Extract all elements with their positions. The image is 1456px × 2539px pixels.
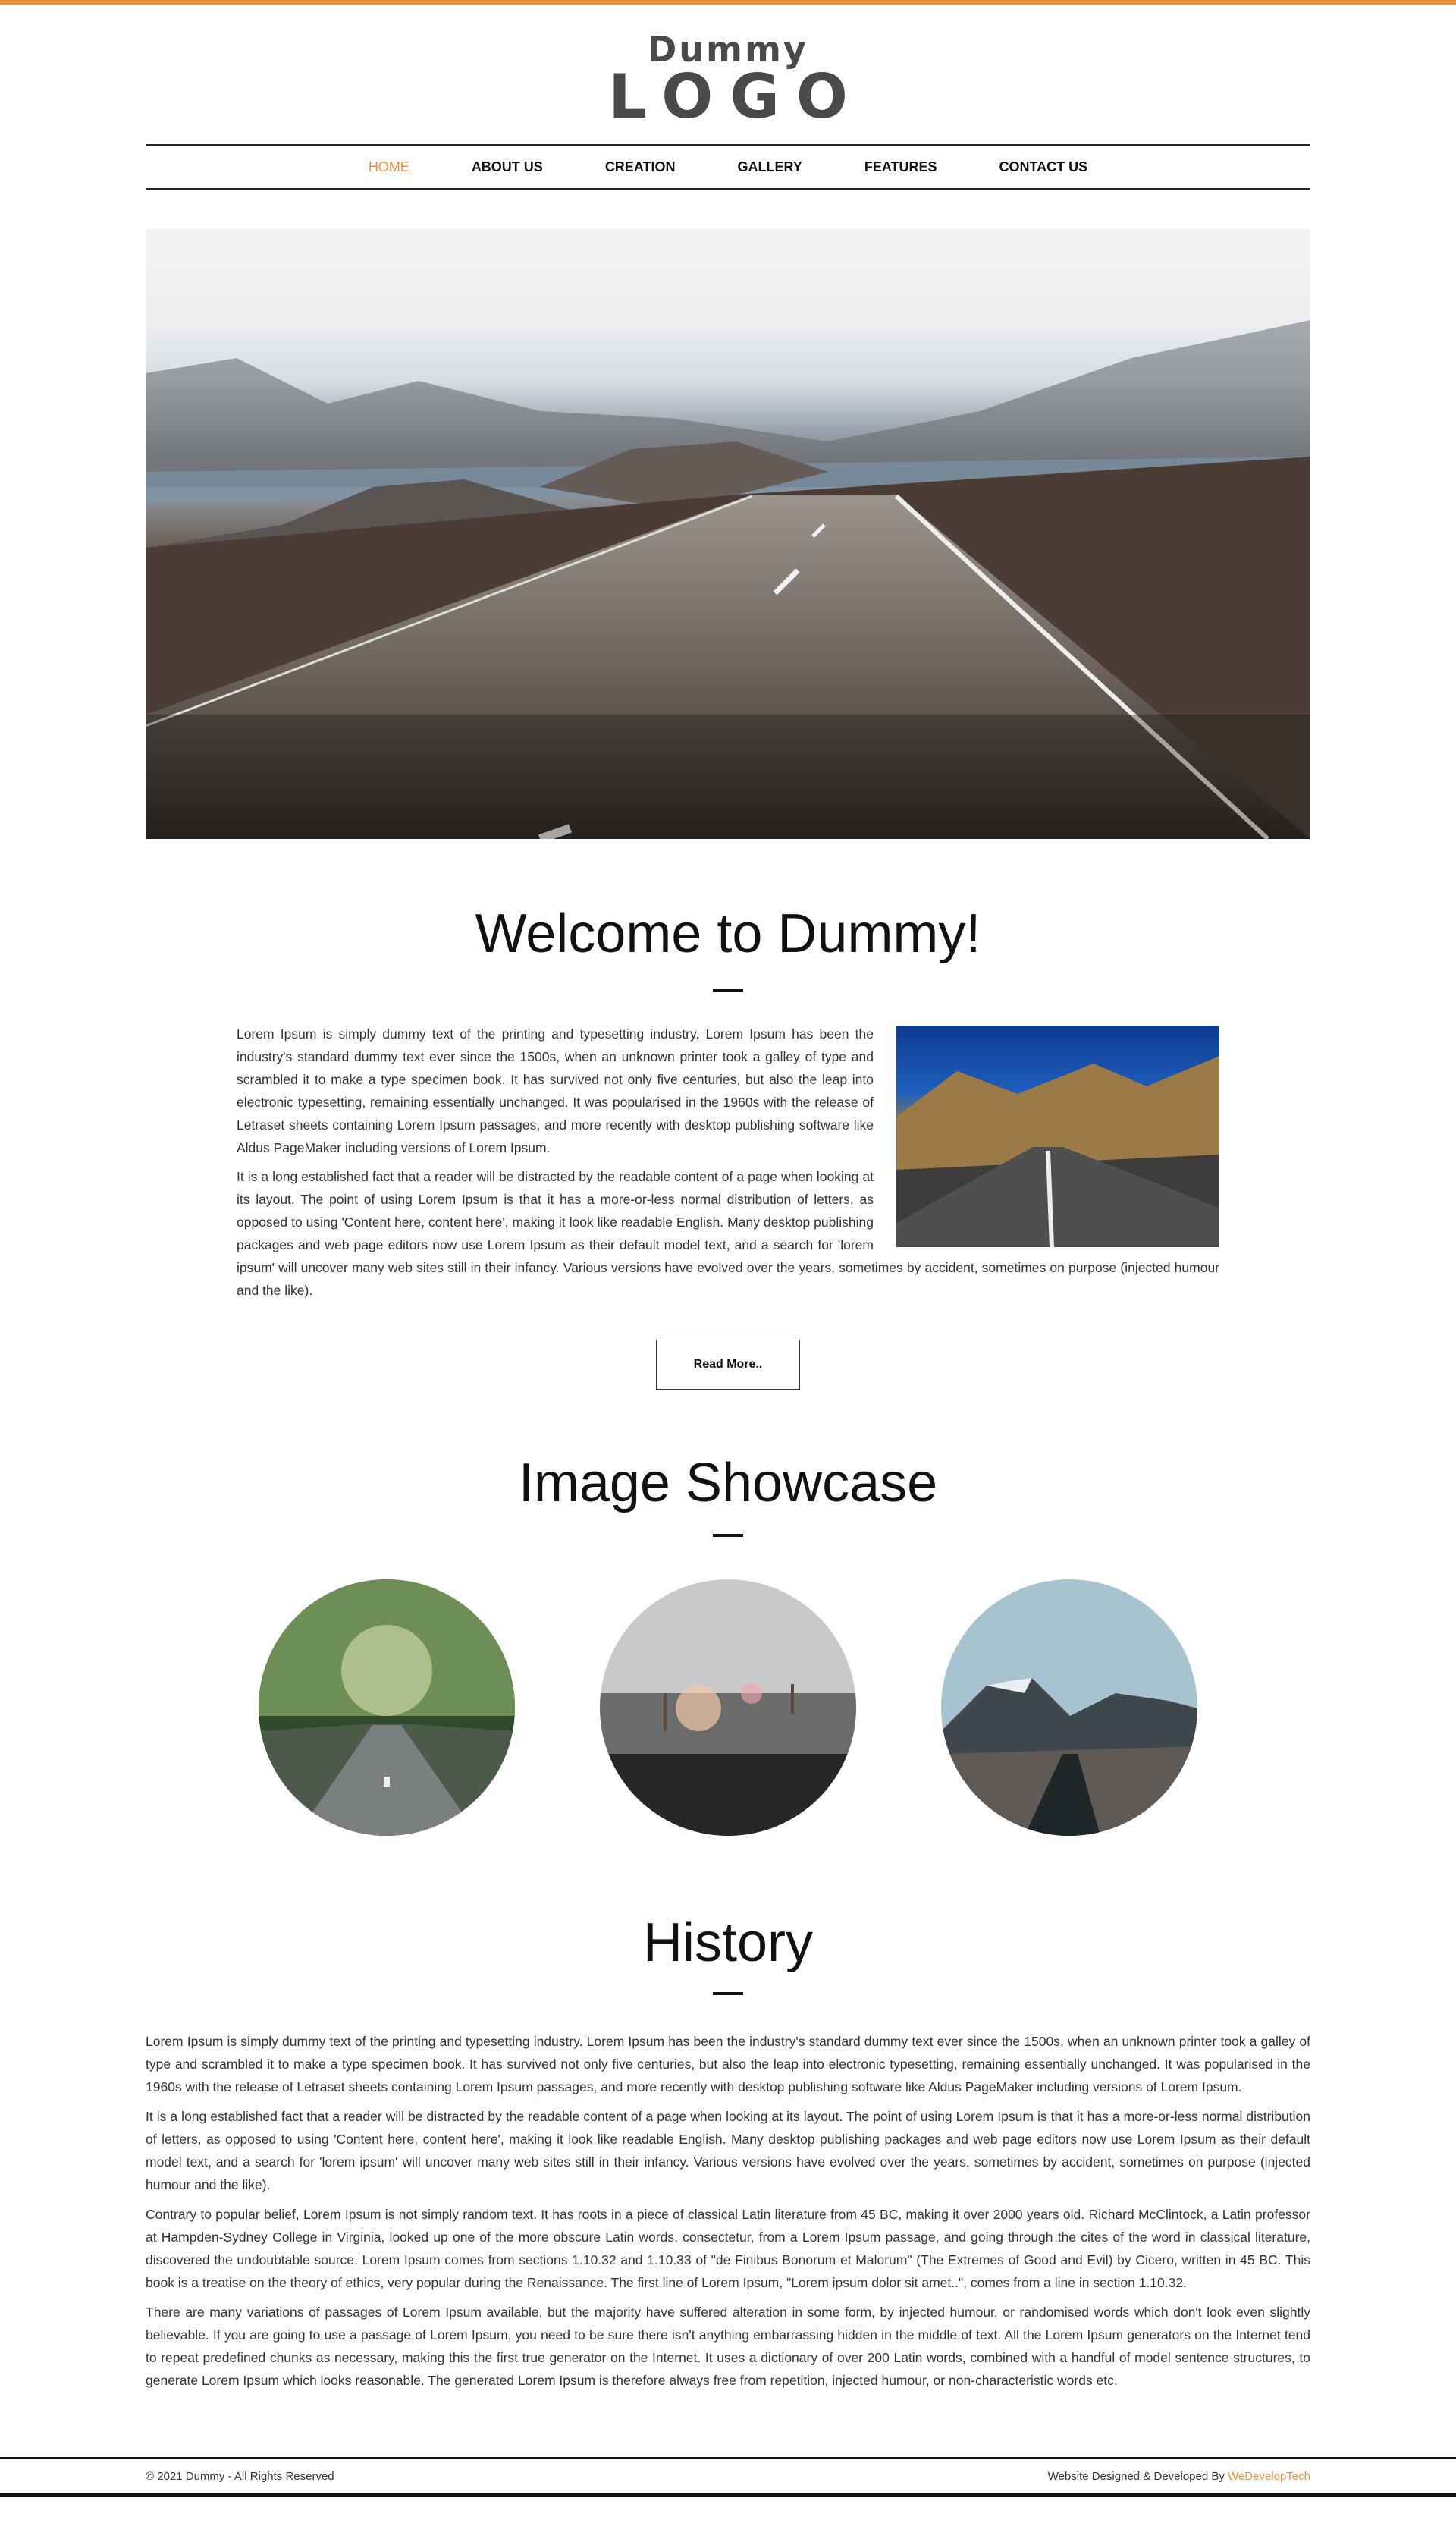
- logo-line-2: LOGO: [608, 61, 864, 132]
- welcome-underline: [713, 989, 743, 992]
- page-container: Dummy LOGO HOME ABOUT US CREATION GALLER…: [146, 5, 1310, 2392]
- history-paragraph-4: There are many variations of passages of…: [146, 2305, 1310, 2388]
- nav-about-us[interactable]: ABOUT US: [472, 159, 543, 175]
- nav-gallery[interactable]: GALLERY: [737, 159, 802, 175]
- welcome-road-image: [896, 1026, 1219, 1247]
- main-nav: HOME ABOUT US CREATION GALLERY FEATURES …: [146, 144, 1310, 190]
- showcase-image-foggy-field[interactable]: [600, 1579, 856, 1836]
- history-title: History: [642, 1912, 813, 1973]
- welcome-title: Welcome to Dummy!: [475, 903, 981, 964]
- nav-contact-us[interactable]: CONTACT US: [999, 159, 1088, 175]
- hero-road-illustration: [146, 320, 1310, 839]
- nav-creation[interactable]: CREATION: [605, 159, 676, 175]
- footer: © 2021 Dummy - All Rights Reserved Websi…: [0, 2457, 1456, 2497]
- footer-developer-link[interactable]: WeDevelopTech: [1228, 2470, 1310, 2483]
- welcome-body: Lorem Ipsum is simply dummy text of the …: [237, 1023, 1219, 1302]
- footer-copyright: © 2021 Dummy - All Rights Reserved: [146, 2470, 334, 2483]
- showcase-title: Image Showcase: [518, 1453, 938, 1513]
- showcase-image-mountain-road[interactable]: [941, 1579, 1197, 1836]
- site-logo[interactable]: Dummy LOGO: [146, 5, 1310, 144]
- showcase-gallery: [259, 1579, 1197, 1836]
- read-more-button[interactable]: Read More..: [656, 1340, 800, 1390]
- showcase-underline: [713, 1534, 743, 1537]
- history-paragraph-2: It is a long established fact that a rea…: [146, 2109, 1310, 2192]
- history-paragraph-1: Lorem Ipsum is simply dummy text of the …: [146, 2034, 1310, 2094]
- showcase-image-forest-road[interactable]: [259, 1579, 515, 1836]
- footer-credit: Website Designed & Developed By WeDevelo…: [1048, 2470, 1310, 2483]
- hero-image: [146, 229, 1310, 839]
- history-body: Lorem Ipsum is simply dummy text of the …: [146, 2030, 1310, 2392]
- history-underline: [713, 1992, 743, 1995]
- nav-features[interactable]: FEATURES: [864, 159, 937, 175]
- history-paragraph-3: Contrary to popular belief, Lorem Ipsum …: [146, 2207, 1310, 2290]
- footer-credit-prefix: Website Designed & Developed By: [1047, 2470, 1228, 2483]
- nav-home[interactable]: HOME: [369, 159, 410, 175]
